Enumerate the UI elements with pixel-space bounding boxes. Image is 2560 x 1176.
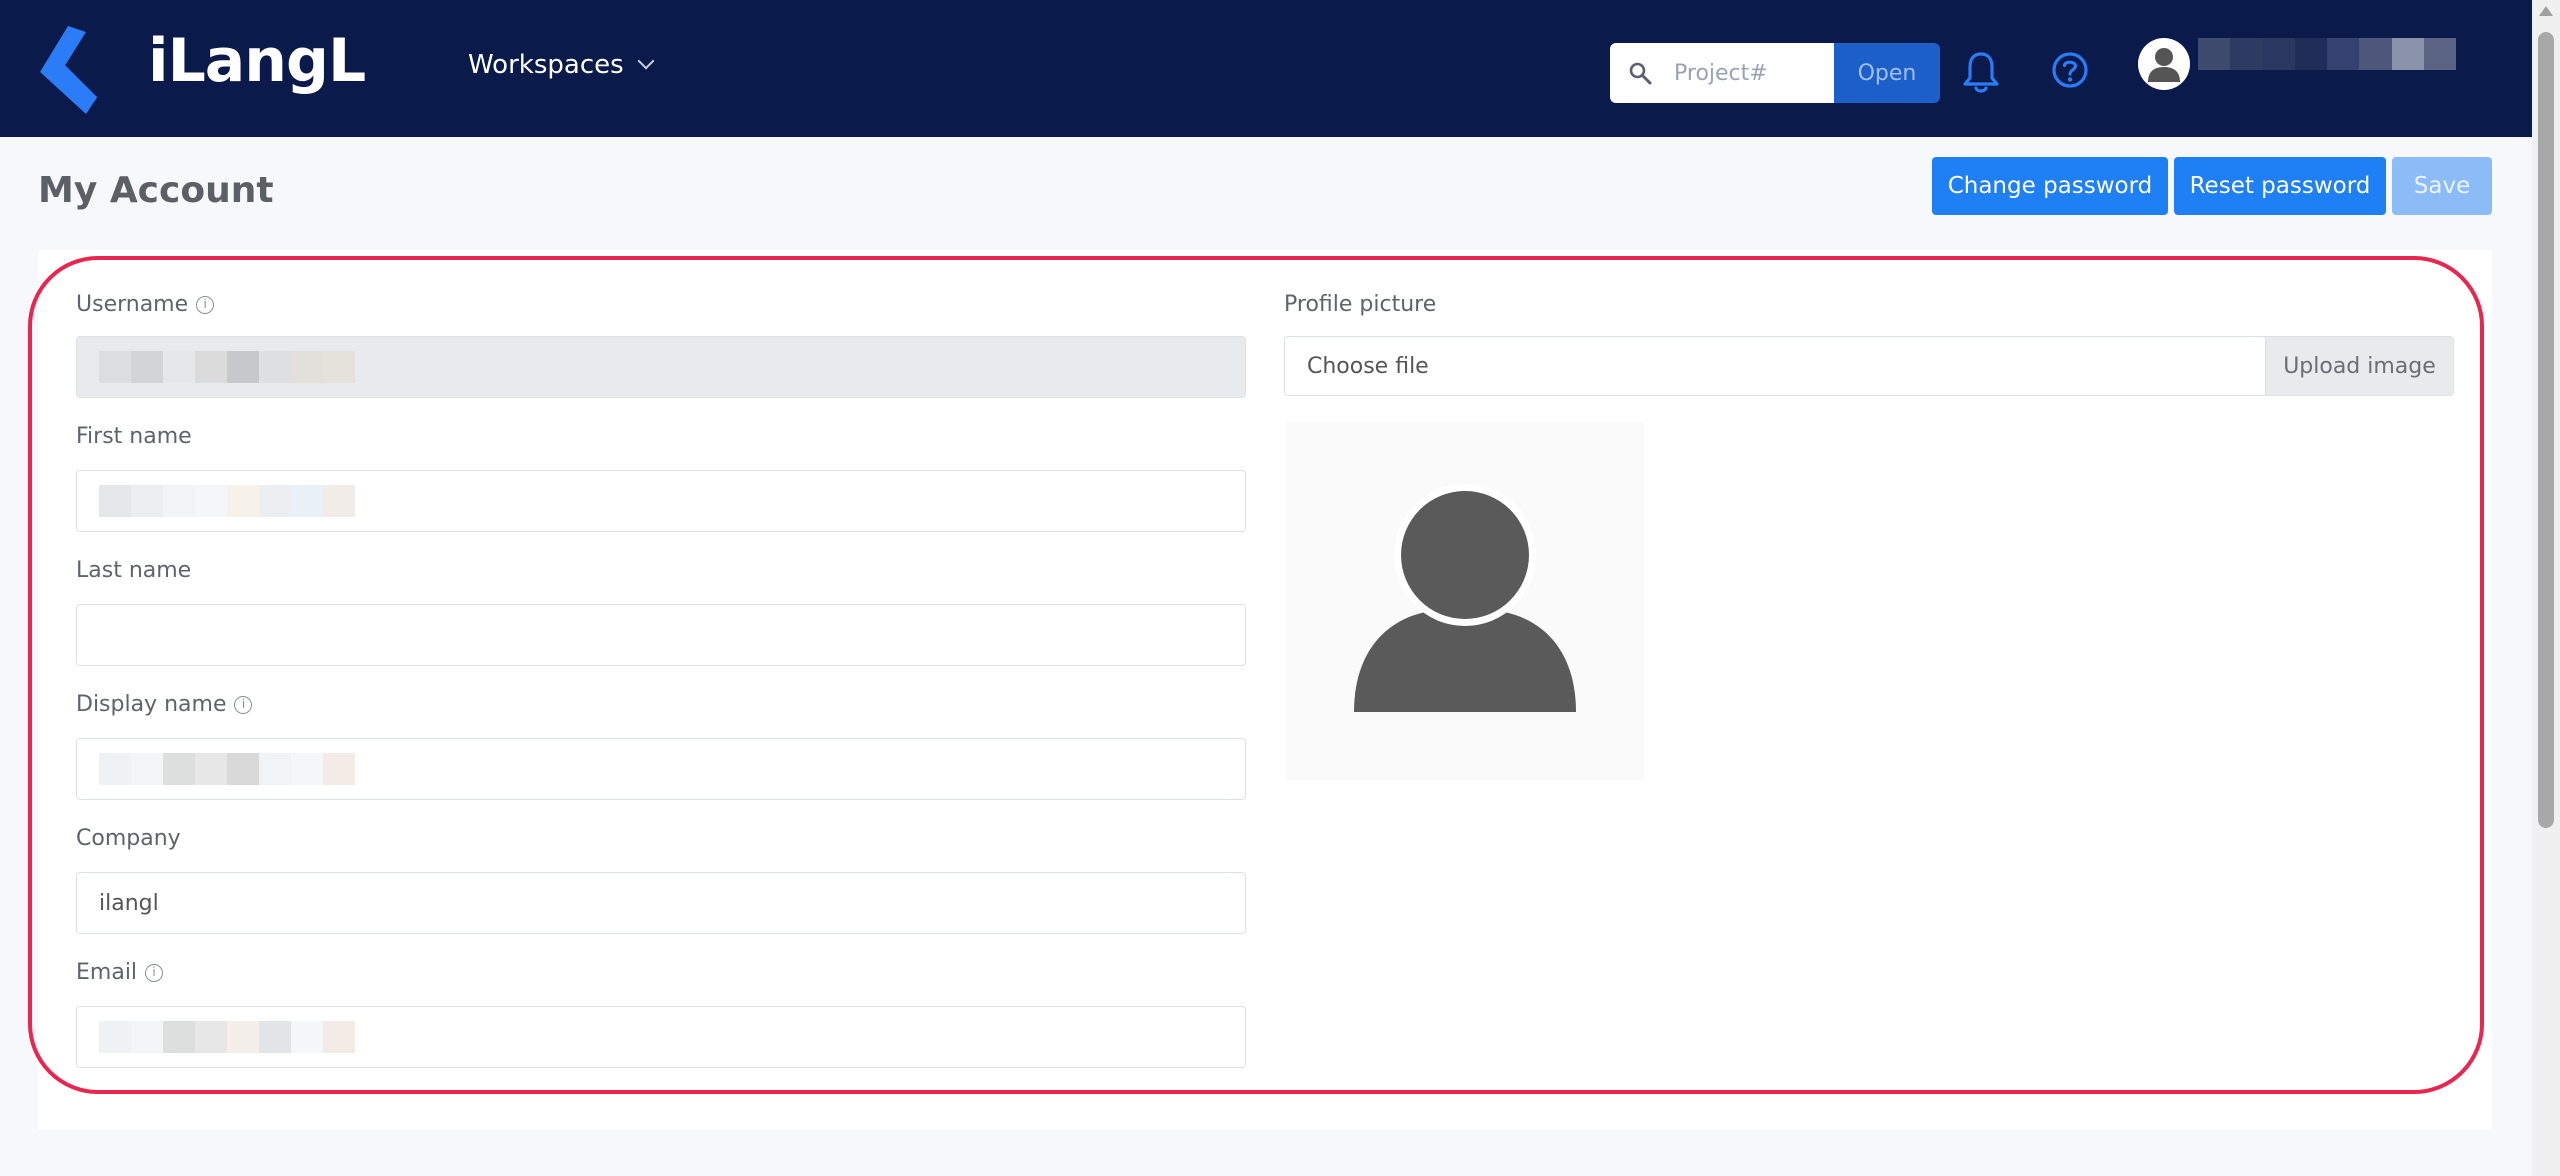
logo-mark-icon [40,26,100,114]
ilangl-logo[interactable]: iLangL [36,18,366,118]
first-name-value-redacted [99,485,355,517]
info-icon[interactable]: i [196,295,215,314]
scroll-up-arrow-icon[interactable] [2539,6,2553,16]
company-value: ilangl [99,890,159,916]
display-name-value-redacted [99,753,355,785]
info-icon[interactable]: i [234,695,253,714]
profile-picture-preview [1286,422,1644,780]
project-search [1610,43,1834,103]
username-label: Username i [76,292,215,317]
save-button[interactable]: Save [2392,157,2492,215]
default-avatar-icon [1354,484,1576,712]
last-name-field[interactable] [76,604,1246,666]
company-field[interactable]: ilangl [76,872,1246,934]
top-navbar: iLangL Workspaces Open [0,0,2532,137]
logo-text: iLangL [148,26,366,96]
last-name-label: Last name [76,558,192,583]
first-name-field[interactable] [76,470,1246,532]
user-name-redacted[interactable] [2198,38,2456,70]
info-icon[interactable]: i [145,963,164,982]
page-scrollbar[interactable] [2532,0,2560,1176]
email-value-redacted [99,1021,355,1053]
bell-icon[interactable] [1962,50,2000,94]
page-title: My Account [38,170,274,211]
scroll-thumb[interactable] [2538,32,2554,828]
search-icon [1629,62,1652,85]
chevron-down-icon [637,52,655,70]
username-value-redacted [99,351,355,383]
display-name-field[interactable] [76,738,1246,800]
workspaces-menu[interactable]: Workspaces [468,50,655,80]
user-icon [2148,48,2180,82]
help-icon[interactable] [2050,50,2090,90]
user-avatar[interactable] [2138,38,2190,90]
first-name-label: First name [76,424,192,449]
email-label: Email i [76,960,164,985]
workspaces-label: Workspaces [468,50,624,80]
company-label: Company [76,826,181,851]
open-project-button[interactable]: Open [1834,43,1940,103]
profile-picture-label: Profile picture [1284,292,1437,317]
profile-picture-file-input: Choose file Upload image [1284,336,2454,396]
change-password-button[interactable]: Change password [1932,157,2168,215]
project-search-input[interactable] [1674,53,1824,93]
email-field[interactable] [76,1006,1246,1068]
display-name-label: Display name i [76,692,253,717]
username-field [76,336,1246,398]
reset-password-button[interactable]: Reset password [2174,157,2386,215]
choose-file-input[interactable]: Choose file [1285,337,2265,395]
upload-image-button[interactable]: Upload image [2265,337,2453,395]
